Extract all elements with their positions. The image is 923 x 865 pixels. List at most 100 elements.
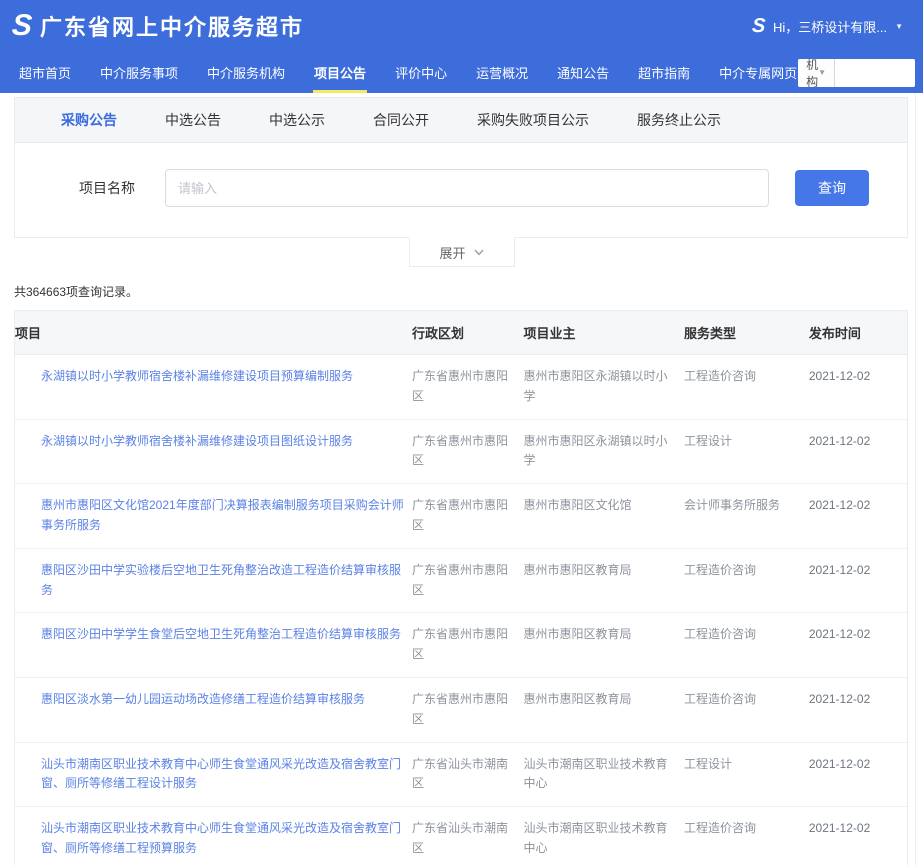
cell-service-type: 工程造价咨询 (684, 355, 809, 419)
user-greeting: Hi，三桥设计有限... (773, 17, 887, 36)
brand: S 广东省网上中介服务超市 (12, 10, 304, 42)
tab-item[interactable]: 中选公示 (269, 110, 325, 130)
table-row: 惠州市惠阳区文化馆2021年度部门决算报表编制服务项目采购会计师事务所服务广东省… (15, 484, 907, 549)
cell-region: 广东省惠州市惠阳区 (412, 420, 524, 484)
main-nav: 超市首页中介服务事项中介服务机构项目公告评价中心运营概况通知公告超市指南中介专属… (0, 52, 923, 93)
site-title: 广东省网上中介服务超市 (40, 10, 304, 42)
chevron-down-icon (474, 249, 484, 256)
tab-item[interactable]: 采购失败项目公示 (477, 110, 589, 130)
nav-item[interactable]: 中介专属网页 (718, 52, 798, 93)
expand-label: 展开 (439, 243, 465, 262)
project-name-label: 项目名称 (79, 178, 165, 198)
table-row: 汕头市潮南区职业技术教育中心师生食堂通风采光改造及宿舍教室门窗、厕所等修缮工程设… (15, 743, 907, 808)
select-caret-icon: ▼ (818, 68, 826, 77)
cell-owner: 惠州市惠阳区永湖镇以时小学 (523, 420, 684, 484)
cell-owner: 惠州市惠阳区文化馆 (523, 484, 684, 548)
cell-project: 永湖镇以时小学教师宿舍楼补漏维修建设项目图纸设计服务 (15, 420, 412, 484)
cell-publish-date: 2021-12-02 (809, 678, 907, 742)
table-header-cell: 项目业主 (523, 311, 684, 354)
global-search-bar: 机构 ▼ (798, 59, 915, 87)
cell-owner: 惠州市惠阳区永湖镇以时小学 (523, 355, 684, 419)
nav-item[interactable]: 运营概况 (475, 52, 529, 93)
table-header-row: 项目行政区划项目业主服务类型发布时间 (15, 311, 907, 355)
cell-project: 汕头市潮南区职业技术教育中心师生食堂通风采光改造及宿舍教室门窗、厕所等修缮工程预… (15, 807, 412, 865)
project-link[interactable]: 汕头市潮南区职业技术教育中心师生食堂通风采光改造及宿舍教室门窗、厕所等修缮工程设… (41, 757, 401, 791)
cell-project: 汕头市潮南区职业技术教育中心师生食堂通风采光改造及宿舍教室门窗、厕所等修缮工程设… (15, 743, 412, 807)
user-menu-caret-icon[interactable]: ▼ (895, 22, 903, 31)
cell-region: 广东省惠州市惠阳区 (412, 355, 524, 419)
cell-publish-date: 2021-12-02 (809, 420, 907, 484)
cell-publish-date: 2021-12-02 (809, 613, 907, 677)
cell-service-type: 工程造价咨询 (684, 613, 809, 677)
cell-service-type: 工程设计 (684, 420, 809, 484)
cell-owner: 惠州市惠阳区教育局 (523, 613, 684, 677)
cell-project: 惠阳区淡水第一幼儿园运动场改造修缮工程造价结算审核服务 (15, 678, 412, 742)
global-search-category-select[interactable]: 机构 ▼ (798, 59, 835, 87)
cell-owner: 汕头市潮南区职业技术教育中心 (523, 743, 684, 807)
cell-service-type: 会计师事务所服务 (684, 484, 809, 548)
cell-project: 永湖镇以时小学教师宿舍楼补漏维修建设项目预算编制服务 (15, 355, 412, 419)
cell-region: 广东省惠州市惠阳区 (412, 613, 524, 677)
cell-project: 惠阳区沙田中学学生食堂后空地卫生死角整治工程造价结算审核服务 (15, 613, 412, 677)
user-logo-icon: S (751, 16, 766, 36)
cell-region: 广东省惠州市惠阳区 (412, 549, 524, 613)
announcement-tabbar: 采购公告 中选公告 中选公示 合同公开 采购失败项目公示 服务终止公示 (15, 98, 907, 143)
tab-item[interactable]: 中选公告 (165, 110, 221, 130)
site-logo-icon: S (11, 11, 33, 41)
cell-region: 广东省汕头市潮南区 (412, 807, 524, 865)
table-row: 汕头市潮南区职业技术教育中心师生食堂通风采光改造及宿舍教室门窗、厕所等修缮工程预… (15, 807, 907, 865)
cell-publish-date: 2021-12-02 (809, 484, 907, 548)
project-link[interactable]: 汕头市潮南区职业技术教育中心师生食堂通风采光改造及宿舍教室门窗、厕所等修缮工程预… (41, 821, 401, 855)
filter-panel: 采购公告 中选公告 中选公示 合同公开 采购失败项目公示 服务终止公示 项目名称 查询 (14, 97, 908, 238)
cell-owner: 惠州市惠阳区教育局 (523, 678, 684, 742)
table-row: 永湖镇以时小学教师宿舍楼补漏维修建设项目图纸设计服务 广东省惠州市惠阳区惠州市惠阳… (15, 420, 907, 485)
nav-item[interactable]: 中介服务事项 (99, 52, 179, 93)
project-name-input[interactable] (165, 169, 769, 207)
nav-item[interactable]: 中介服务机构 (206, 52, 286, 93)
table-row: 永湖镇以时小学教师宿舍楼补漏维修建设项目预算编制服务 广东省惠州市惠阳区惠州市惠阳… (15, 355, 907, 420)
tab-item[interactable]: 服务终止公示 (637, 110, 721, 130)
nav-item[interactable]: 通知公告 (556, 52, 610, 93)
cell-service-type: 工程造价咨询 (684, 678, 809, 742)
tab-item[interactable]: 采购公告 (61, 110, 117, 130)
user-menu[interactable]: S Hi，三桥设计有限... ▼ (752, 16, 903, 36)
main-nav-items: 超市首页中介服务事项中介服务机构项目公告评价中心运营概况通知公告超市指南中介专属… (18, 52, 798, 93)
cell-publish-date: 2021-12-02 (809, 807, 907, 865)
project-link[interactable]: 永湖镇以时小学教师宿舍楼补漏维修建设项目图纸设计服务 (41, 434, 353, 448)
nav-item[interactable]: 项目公告 (313, 52, 367, 93)
search-category-value: 机构 (806, 59, 818, 87)
cell-region: 广东省惠州市惠阳区 (412, 484, 524, 548)
query-button[interactable]: 查询 (795, 170, 869, 206)
global-search-input[interactable] (835, 59, 915, 87)
cell-owner: 汕头市潮南区职业技术教育中心 (523, 807, 684, 865)
table-row: 惠阳区淡水第一幼儿园运动场改造修缮工程造价结算审核服务 广东省惠州市惠阳区惠州市惠… (15, 678, 907, 743)
filter-form: 项目名称 查询 (15, 143, 907, 237)
cell-owner: 惠州市惠阳区教育局 (523, 549, 684, 613)
project-link[interactable]: 惠阳区淡水第一幼儿园运动场改造修缮工程造价结算审核服务 (41, 692, 365, 706)
cell-service-type: 工程造价咨询 (684, 549, 809, 613)
cell-region: 广东省惠州市惠阳区 (412, 678, 524, 742)
project-link[interactable]: 惠州市惠阳区文化馆2021年度部门决算报表编制服务项目采购会计师事务所服务 (41, 498, 404, 532)
cell-publish-date: 2021-12-02 (809, 549, 907, 613)
table-header-cell: 项目 (15, 311, 412, 354)
table-body: 永湖镇以时小学教师宿舍楼补漏维修建设项目预算编制服务广东省惠州市惠阳区惠州市惠阳… (15, 355, 907, 865)
table-header-cell: 行政区划 (412, 311, 524, 354)
top-header: S 广东省网上中介服务超市 S Hi，三桥设计有限... ▼ (0, 0, 923, 52)
cell-publish-date: 2021-12-02 (809, 743, 907, 807)
expander-wrap: 展开 (0, 238, 923, 267)
table-row: 惠阳区沙田中学实验楼后空地卫生死角整治改造工程造价结算审核服务广东省惠州市惠阳区… (15, 549, 907, 614)
scrollbar-track[interactable] (915, 93, 923, 865)
nav-item[interactable]: 超市指南 (637, 52, 691, 93)
project-link[interactable]: 惠阳区沙田中学学生食堂后空地卫生死角整治工程造价结算审核服务 (41, 627, 401, 641)
table-header-cell: 发布时间 (809, 311, 907, 354)
expand-toggle[interactable]: 展开 (409, 237, 515, 267)
cell-publish-date: 2021-12-02 (809, 355, 907, 419)
project-link[interactable]: 永湖镇以时小学教师宿舍楼补漏维修建设项目预算编制服务 (41, 369, 353, 383)
cell-service-type: 工程设计 (684, 743, 809, 807)
project-link[interactable]: 惠阳区沙田中学实验楼后空地卫生死角整治改造工程造价结算审核服务 (41, 563, 401, 597)
nav-item[interactable]: 评价中心 (394, 52, 448, 93)
nav-item[interactable]: 超市首页 (18, 52, 72, 93)
tab-item[interactable]: 合同公开 (373, 110, 429, 130)
result-count: 共364663项查询记录。 (14, 283, 908, 300)
cell-region: 广东省汕头市潮南区 (412, 743, 524, 807)
